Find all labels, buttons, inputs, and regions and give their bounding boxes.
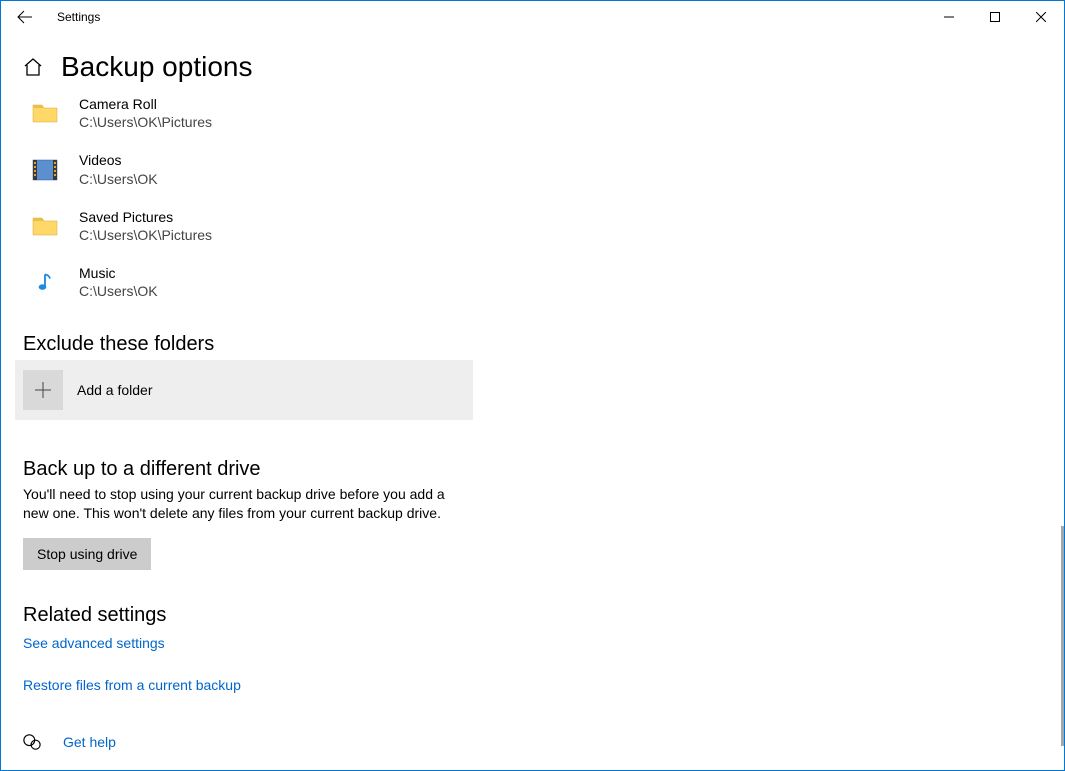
maximize-button[interactable] (972, 1, 1018, 33)
folder-name: Saved Pictures (79, 208, 212, 226)
home-icon (23, 57, 43, 77)
minimize-icon (944, 12, 954, 22)
folder-path: C:\Users\OK (79, 282, 158, 300)
page-title: Backup options (61, 51, 252, 83)
exclude-heading: Exclude these folders (23, 333, 1064, 356)
restore-files-link[interactable]: Restore files from a current backup (23, 677, 241, 693)
folder-item-saved-pictures[interactable]: Saved Pictures C:\Users\OK\Pictures (23, 198, 473, 254)
add-folder-label: Add a folder (77, 382, 153, 398)
folder-path: C:\Users\OK\Pictures (79, 226, 212, 244)
related-settings-heading: Related settings (23, 604, 1064, 627)
home-button[interactable] (23, 57, 43, 77)
folder-path: C:\Users\OK\Pictures (79, 113, 212, 131)
folder-name: Camera Roll (79, 95, 212, 113)
close-icon (1036, 12, 1046, 22)
page-header: Backup options (1, 33, 1064, 93)
content-area: Camera Roll C:\Users\OK\Pictures Videos … (1, 93, 1064, 767)
different-drive-heading: Back up to a different drive (23, 458, 1064, 481)
get-help-link: Get help (63, 734, 116, 750)
minimize-button[interactable] (926, 1, 972, 33)
backup-folders-list: Camera Roll C:\Users\OK\Pictures Videos … (23, 93, 1064, 311)
folder-icon (31, 212, 59, 240)
scrollbar-thumb[interactable] (1061, 526, 1064, 746)
music-icon (31, 268, 59, 296)
different-drive-description: You'll need to stop using your current b… (23, 485, 461, 524)
window-controls (926, 1, 1064, 33)
folder-item-camera-roll[interactable]: Camera Roll C:\Users\OK\Pictures (23, 93, 473, 141)
folder-path: C:\Users\OK (79, 170, 158, 188)
folder-item-music[interactable]: Music C:\Users\OK (23, 254, 473, 310)
folder-icon (31, 99, 59, 127)
videos-icon (31, 156, 59, 184)
stop-using-drive-button[interactable]: Stop using drive (23, 538, 151, 570)
get-help-row[interactable]: Get help (23, 733, 1064, 751)
arrow-left-icon (17, 9, 33, 25)
folder-name: Videos (79, 151, 158, 169)
window-title: Settings (57, 10, 100, 24)
titlebar: Settings (1, 1, 1064, 33)
help-icon (23, 733, 41, 751)
folder-item-videos[interactable]: Videos C:\Users\OK (23, 141, 473, 197)
back-button[interactable] (1, 1, 49, 33)
folder-name: Music (79, 264, 158, 282)
close-button[interactable] (1018, 1, 1064, 33)
maximize-icon (990, 12, 1000, 22)
plus-icon (23, 370, 63, 410)
advanced-settings-link[interactable]: See advanced settings (23, 635, 165, 651)
scrollbar[interactable] (1058, 96, 1064, 769)
add-folder-button[interactable]: Add a folder (15, 360, 473, 420)
